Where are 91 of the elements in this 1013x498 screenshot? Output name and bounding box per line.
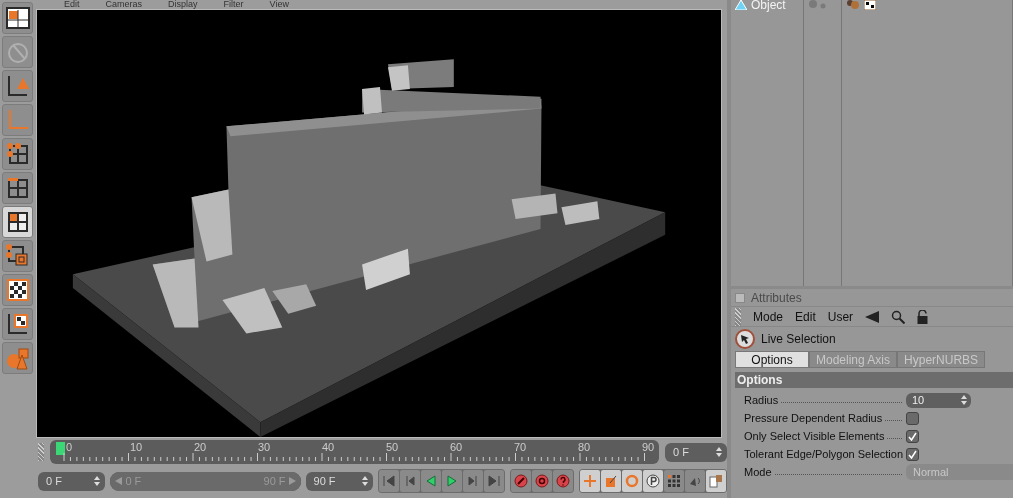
start-frame-field[interactable]: 0 F [38, 471, 106, 491]
tick-label: 50 [386, 441, 399, 453]
tool-button[interactable] [2, 206, 33, 238]
layout-icon [709, 474, 723, 488]
scale-icon [604, 474, 618, 488]
tick-label: 90 [642, 441, 655, 453]
record-icon [514, 474, 528, 488]
menu-item[interactable]: Edit [795, 309, 816, 324]
tab[interactable]: Options [735, 351, 809, 368]
rotate-icon [625, 474, 639, 488]
section-header: Options [735, 372, 1013, 388]
tool-name: Live Selection [761, 332, 836, 346]
tick-label: 70 [514, 441, 527, 453]
checker-tag-icon[interactable] [864, 0, 876, 10]
tick-label: 20 [194, 441, 207, 453]
autokey-button[interactable] [532, 470, 552, 492]
tool-button[interactable] [2, 2, 33, 34]
panel-toggle[interactable] [735, 292, 745, 303]
spinner-icon[interactable] [716, 447, 722, 457]
menu-item[interactable]: View [269, 0, 289, 9]
play-backward-button[interactable] [421, 470, 441, 492]
uv-polygons-icon [4, 243, 31, 269]
right-arrow-icon[interactable] [288, 477, 296, 485]
current-frame-field[interactable]: 0 F [665, 442, 727, 462]
grid-button[interactable] [664, 470, 684, 492]
help-button[interactable] [553, 470, 573, 492]
menu-item[interactable]: User [827, 309, 854, 324]
search-icon[interactable] [891, 309, 906, 324]
parameter-button[interactable] [643, 470, 663, 492]
tick-label: 30 [258, 441, 271, 453]
sound-button[interactable] [685, 470, 705, 492]
help-icon [556, 474, 570, 488]
object-name[interactable]: Object [751, 0, 786, 10]
tool-button[interactable] [2, 274, 33, 306]
tick-label: 0 [66, 441, 73, 453]
end-frame-field[interactable]: 90 F [305, 471, 373, 491]
move-icon [583, 474, 597, 488]
points-icon [4, 141, 31, 167]
left-arrow-icon[interactable] [115, 477, 123, 485]
menu-item[interactable]: Edit [64, 0, 80, 9]
tick-label: 60 [450, 441, 463, 453]
spinner-icon[interactable] [94, 476, 101, 486]
spinner-icon[interactable] [362, 476, 368, 486]
checkbox[interactable] [906, 429, 919, 443]
field-label: Tolerant Edge/Polygon Selection [744, 448, 903, 460]
checkbox[interactable] [906, 447, 919, 461]
tool-button[interactable] [2, 308, 33, 340]
field-label: Pressure Dependent Radius [744, 412, 883, 424]
autokey-icon [535, 474, 549, 488]
first-frame-icon [382, 474, 396, 488]
triangle-icon [735, 0, 747, 10]
visibility-dots-icon[interactable] [808, 0, 828, 10]
back-arrow-icon[interactable] [865, 310, 880, 323]
play-forward-button[interactable] [442, 470, 462, 492]
timeline-ruler[interactable]: 0 10 20 30 40 50 60 70 80 90 [50, 440, 659, 464]
radius-field[interactable]: 10 [906, 392, 971, 408]
menu-item[interactable]: Cameras [105, 0, 143, 9]
spinner-icon[interactable] [961, 395, 967, 405]
grip-icon[interactable] [735, 307, 741, 326]
grid-icon [667, 474, 681, 488]
menu-item[interactable]: Display [168, 0, 198, 9]
tick-label: 10 [130, 441, 143, 453]
last-frame-button[interactable] [484, 470, 504, 492]
tick-label: 40 [322, 441, 335, 453]
next-key-button[interactable] [463, 470, 483, 492]
record-button[interactable] [511, 470, 531, 492]
move-button[interactable] [580, 470, 600, 492]
cursor-icon [735, 329, 755, 349]
menu-item[interactable]: Mode [753, 309, 784, 324]
previous-key-button[interactable] [400, 470, 420, 492]
panel-title: Attributes [751, 290, 802, 305]
first-frame-button[interactable] [379, 470, 399, 492]
tick-label: 80 [578, 441, 591, 453]
field-label: Mode [744, 466, 772, 478]
field-label: Only Select Visible Elements [744, 430, 885, 442]
layout-icon [4, 5, 31, 31]
checkbox[interactable] [906, 411, 919, 425]
primitives-icon [4, 345, 31, 371]
scale-button[interactable] [601, 470, 621, 492]
next-key-icon [466, 474, 480, 488]
play-forward-icon [445, 474, 459, 488]
parameter-icon [646, 474, 660, 488]
last-frame-icon [487, 474, 501, 488]
lock-icon[interactable] [917, 309, 929, 324]
layout-button[interactable] [706, 470, 726, 492]
grip-icon[interactable] [38, 443, 44, 461]
checker-icon [4, 277, 31, 303]
field-label: Radius [744, 394, 779, 406]
play-backward-icon [424, 474, 438, 488]
menu-item[interactable]: Filter [223, 0, 244, 9]
previous-key-icon [403, 474, 417, 488]
